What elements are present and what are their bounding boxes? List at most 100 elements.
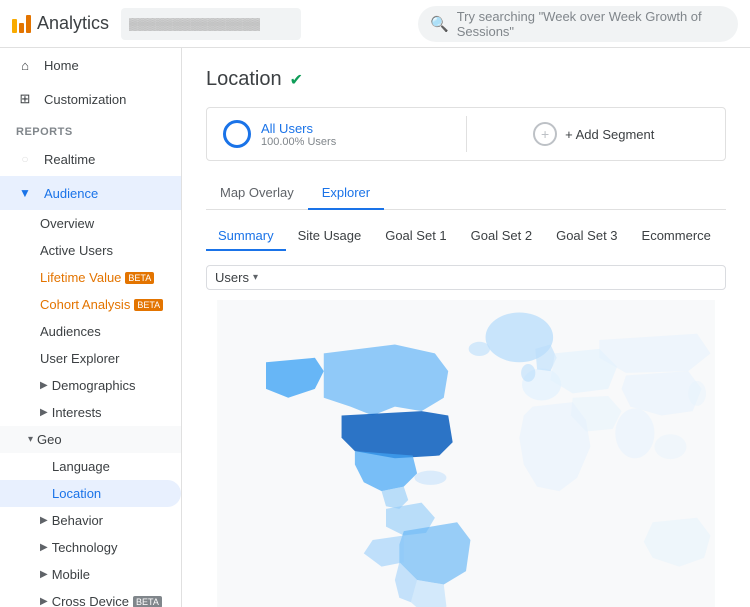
main-content: Location ✔ All Users 100.00% Users + + A…	[182, 48, 750, 607]
sub-tab-goal-set-1-label: Goal Set 1	[385, 228, 446, 243]
sidebar-item-active-users[interactable]: Active Users	[0, 237, 181, 264]
beta-badge-cross-device: BETA	[133, 596, 162, 607]
sidebar-item-home[interactable]: ⌂ Home	[0, 48, 181, 82]
interests-arrow-icon: ▶	[40, 407, 48, 418]
location-label: Location	[52, 486, 101, 501]
sidebar-realtime-label: Realtime	[44, 152, 95, 167]
tab-explorer-label: Explorer	[322, 185, 370, 200]
audiences-label: Audiences	[40, 324, 101, 339]
cross-device-label: Cross Device	[52, 594, 129, 607]
page-title-row: Location ✔	[206, 68, 726, 91]
grid-icon: ⊞	[16, 90, 34, 108]
add-segment-circle: +	[533, 122, 557, 146]
sub-tab-summary[interactable]: Summary	[206, 222, 286, 251]
sub-tab-bar: Summary Site Usage Goal Set 1 Goal Set 2…	[206, 222, 726, 251]
page-title: Location	[206, 68, 282, 91]
lifetime-value-label: Lifetime Value	[40, 270, 121, 285]
segment-name: All Users	[261, 121, 336, 136]
sub-tab-goal-set-3-label: Goal Set 3	[556, 228, 617, 243]
sidebar-item-audiences[interactable]: Audiences	[0, 318, 181, 345]
user-explorer-label: User Explorer	[40, 351, 119, 366]
sidebar-item-cohort-analysis[interactable]: Cohort Analysis BETA	[0, 291, 181, 318]
sub-tab-goal-set-2-label: Goal Set 2	[471, 228, 532, 243]
mobile-arrow-icon: ▶	[40, 569, 48, 580]
beta-badge-cohort: BETA	[134, 299, 163, 311]
beta-badge-lifetime: BETA	[125, 272, 154, 284]
cross-device-arrow-icon: ▶	[40, 596, 48, 607]
add-segment-btn[interactable]: + + Add Segment	[479, 122, 710, 146]
dropdown-arrow-icon: ▾	[253, 272, 258, 283]
language-label: Language	[52, 459, 110, 474]
sidebar-item-realtime[interactable]: ○ Realtime	[0, 142, 181, 176]
sidebar-item-customization[interactable]: ⊞ Customization	[0, 82, 181, 116]
property-selector[interactable]: ▓▓▓▓▓▓▓▓▓▓▓▓▓▓▓	[121, 8, 301, 40]
interests-label: Interests	[52, 405, 102, 420]
search-bar[interactable]: 🔍 Try searching "Week over Week Growth o…	[418, 6, 738, 42]
geo-label: Geo	[37, 432, 62, 447]
sidebar-customization-label: Customization	[44, 92, 126, 107]
tab-map-overlay[interactable]: Map Overlay	[206, 177, 308, 210]
demographics-label: Demographics	[52, 378, 136, 393]
logo-icon	[12, 15, 31, 33]
sidebar-item-interests[interactable]: ▶ Interests	[0, 399, 181, 426]
tab-explorer[interactable]: Explorer	[308, 177, 384, 210]
sidebar-item-audience[interactable]: ▼ Audience	[0, 176, 181, 210]
sub-tab-goal-set-1[interactable]: Goal Set 1	[373, 222, 458, 251]
sub-tab-ecommerce[interactable]: Ecommerce	[630, 222, 723, 251]
sub-tab-site-usage[interactable]: Site Usage	[286, 222, 374, 251]
search-icon: 🔍	[430, 15, 449, 33]
logo-bar-3	[26, 15, 31, 33]
app-title: Analytics	[37, 13, 109, 34]
tab-bar: Map Overlay Explorer	[206, 177, 726, 210]
sub-tab-goal-set-3[interactable]: Goal Set 3	[544, 222, 629, 251]
logo: Analytics	[12, 13, 109, 34]
segment-bar: All Users 100.00% Users + + Add Segment	[206, 107, 726, 161]
mobile-label: Mobile	[52, 567, 90, 582]
sidebar-audience-label: Audience	[44, 186, 98, 201]
person-icon: ▼	[16, 184, 34, 202]
segment-circle	[223, 120, 251, 148]
sub-tab-site-usage-label: Site Usage	[298, 228, 362, 243]
technology-arrow-icon: ▶	[40, 542, 48, 553]
add-segment-label: + Add Segment	[565, 127, 654, 142]
tab-map-overlay-label: Map Overlay	[220, 185, 294, 200]
verified-icon: ✔	[290, 70, 303, 90]
logo-bar-1	[12, 19, 17, 33]
search-placeholder: Try searching "Week over Week Growth of …	[457, 9, 726, 39]
topbar: Analytics ▓▓▓▓▓▓▓▓▓▓▓▓▓▓▓ 🔍 Try searchin…	[0, 0, 750, 48]
sidebar-item-language[interactable]: Language	[0, 453, 181, 480]
sidebar-item-lifetime-value[interactable]: Lifetime Value BETA	[0, 264, 181, 291]
technology-label: Technology	[52, 540, 118, 555]
sidebar: ⌂ Home ⊞ Customization REPORTS ○ Realtim…	[0, 48, 182, 607]
map-area	[206, 300, 726, 607]
users-dropdown[interactable]: Users ▾	[206, 265, 726, 290]
home-icon: ⌂	[16, 56, 34, 74]
behavior-arrow-icon: ▶	[40, 515, 48, 526]
sidebar-item-behavior[interactable]: ▶ Behavior	[0, 507, 181, 534]
sidebar-item-mobile[interactable]: ▶ Mobile	[0, 561, 181, 588]
sidebar-home-label: Home	[44, 58, 79, 73]
sidebar-item-geo[interactable]: ▾ Geo	[0, 426, 181, 453]
world-map-svg	[206, 300, 726, 607]
sub-tab-summary-label: Summary	[218, 228, 274, 243]
segment-pct: 100.00% Users	[261, 136, 336, 148]
segment-item-all-users[interactable]: All Users 100.00% Users	[223, 120, 454, 148]
sidebar-item-technology[interactable]: ▶ Technology	[0, 534, 181, 561]
sidebar-item-demographics[interactable]: ▶ Demographics	[0, 372, 181, 399]
sidebar-item-user-explorer[interactable]: User Explorer	[0, 345, 181, 372]
circle-icon: ○	[16, 150, 34, 168]
reports-section-label: REPORTS	[0, 116, 181, 142]
segment-info: All Users 100.00% Users	[261, 121, 336, 148]
active-users-label: Active Users	[40, 243, 113, 258]
chevron-right-icon: ▶	[40, 380, 48, 391]
geo-arrow-icon: ▾	[28, 434, 33, 445]
sub-tab-ecommerce-label: Ecommerce	[642, 228, 711, 243]
sidebar-item-overview[interactable]: Overview	[0, 210, 181, 237]
sub-tab-goal-set-2[interactable]: Goal Set 2	[459, 222, 544, 251]
sidebar-item-location[interactable]: Location	[0, 480, 181, 507]
segment-divider	[466, 116, 467, 152]
sidebar-item-cross-device[interactable]: ▶ Cross Device BETA	[0, 588, 181, 607]
behavior-label: Behavior	[52, 513, 103, 528]
users-dropdown-label: Users	[215, 270, 249, 285]
cohort-analysis-label: Cohort Analysis	[40, 297, 130, 312]
